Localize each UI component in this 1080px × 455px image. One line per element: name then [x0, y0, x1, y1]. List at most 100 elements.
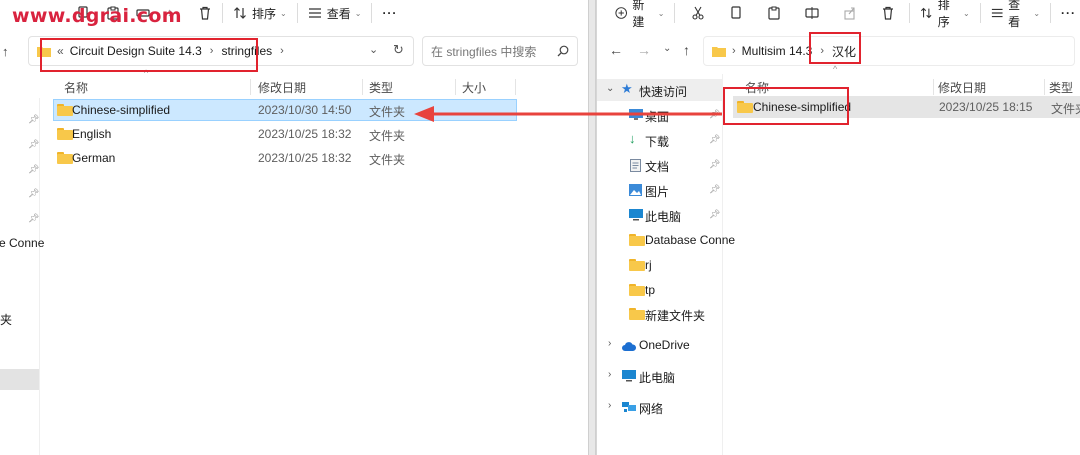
nav-item-fragment[interactable]: e Conne — [0, 236, 44, 250]
refresh-icon[interactable]: ↻ — [393, 42, 404, 58]
nav-onedrive[interactable]: › OneDrive — [597, 334, 722, 356]
chevron-down-icon[interactable]: ⌄ — [606, 83, 614, 94]
nav-item-pictures[interactable]: 图片 📌︎ — [597, 179, 722, 201]
file-name: Chinese-simplified — [72, 103, 171, 117]
breadcrumb-item[interactable]: stringfiles — [221, 44, 272, 58]
column-header-type[interactable]: 类型 — [369, 79, 393, 96]
file-date: 2023/10/25 18:32 — [258, 127, 352, 141]
chevron-right-icon[interactable]: › — [608, 400, 611, 411]
nav-item-selected[interactable] — [0, 369, 39, 390]
new-button[interactable]: 新建 ⌄ — [611, 0, 668, 29]
nav-quick-access[interactable]: ⌄ ★ 快速访问 — [597, 79, 722, 101]
nav-item-desktop[interactable]: 桌面 📌︎ — [597, 104, 722, 126]
chevron-right-icon: › — [209, 45, 214, 57]
view-icon — [991, 8, 1003, 18]
folder-icon — [712, 47, 726, 57]
nav-item-database-conne[interactable]: Database Conne — [597, 229, 735, 251]
trash-icon — [200, 6, 210, 20]
paste-button[interactable] — [763, 2, 785, 24]
nav-item-downloads[interactable]: ↓ 下载 📌︎ — [597, 129, 722, 151]
folder-icon — [629, 259, 645, 271]
chevron-right-icon[interactable]: › — [280, 45, 284, 57]
column-header-date[interactable]: 修改日期 — [258, 79, 306, 96]
breadcrumb-overflow[interactable]: « — [57, 44, 64, 58]
folder-icon — [57, 152, 73, 164]
monitor-icon — [629, 209, 643, 224]
sort-label: 排序 — [937, 0, 950, 29]
column-header-size[interactable]: 大小 — [462, 79, 486, 96]
column-header-name[interactable]: 名称 — [745, 79, 769, 96]
chevron-right-icon[interactable]: › — [608, 338, 611, 349]
share-button[interactable] — [839, 2, 861, 24]
more-options-button[interactable]: ··· — [1057, 2, 1080, 24]
pin-icon: 📌︎ — [709, 209, 721, 219]
rename-icon — [805, 7, 819, 19]
left-address-bar: « Circuit Design Suite 14.3 › stringfile… — [0, 36, 588, 68]
chevron-down-icon: ⌄ — [354, 8, 362, 18]
chevron-down-icon: ⌄ — [1033, 8, 1041, 18]
chevron-right-icon[interactable]: › — [608, 369, 611, 380]
file-name: German — [72, 151, 116, 165]
toolbar-separator — [296, 3, 298, 23]
address-input[interactable]: « Circuit Design Suite 14.3 › stringfile… — [28, 36, 414, 66]
delete-button[interactable] — [194, 2, 216, 24]
file-row[interactable]: Chinese-simplified 2023/10/30 14:50 文件夹 — [53, 99, 517, 121]
document-icon — [630, 159, 641, 175]
nav-item-new-folder[interactable]: 新建文件夹 — [597, 303, 722, 325]
pin-icon: 📌︎ — [28, 114, 40, 124]
nav-label: 图片 — [645, 185, 670, 199]
sort-caret-icon: ^ — [144, 68, 149, 78]
breadcrumb-item[interactable]: Circuit Design Suite 14.3 — [70, 44, 202, 58]
file-row[interactable]: Chinese-simplified 2023/10/25 18:15 文件夹 — [733, 96, 1080, 118]
file-row[interactable]: English 2023/10/25 18:32 文件夹 — [53, 123, 517, 145]
column-header-date[interactable]: 修改日期 — [938, 79, 986, 96]
star-icon: ★ — [621, 81, 633, 96]
nav-label: 桌面 — [645, 110, 670, 124]
column-header-name[interactable]: 名称 — [64, 79, 88, 96]
toolbar-separator — [979, 3, 981, 23]
nav-item-fragment[interactable]: 夹 — [0, 311, 12, 328]
address-input[interactable]: › Multisim 14.3 › 汉化 — [703, 36, 1075, 66]
folder-icon — [737, 101, 753, 113]
sort-icon — [234, 7, 246, 19]
nav-this-pc[interactable]: › 此电脑 — [597, 365, 722, 387]
column-header-type[interactable]: 类型 — [1049, 79, 1073, 96]
copy-button[interactable] — [725, 2, 747, 24]
view-button[interactable]: 查看 ⌄ — [987, 0, 1044, 29]
delete-button[interactable] — [877, 2, 899, 24]
nav-network[interactable]: › 网络 — [597, 396, 722, 418]
view-icon — [308, 8, 321, 18]
share-icon — [844, 7, 855, 20]
file-type: 文件夹 — [369, 129, 406, 143]
desktop-icon — [629, 109, 643, 124]
nav-item-documents[interactable]: 文档 📌︎ — [597, 154, 722, 176]
pin-icon: 📌︎ — [709, 184, 721, 194]
pin-icon: 📌︎ — [28, 213, 40, 223]
nav-item-rj[interactable]: rj — [597, 254, 722, 276]
breadcrumb-item[interactable]: 汉化 — [832, 43, 856, 60]
file-date: 2023/10/30 14:50 — [258, 103, 352, 117]
sort-button[interactable]: 排序 ⌄ — [229, 2, 291, 24]
chevron-down-icon: ⌄ — [280, 8, 287, 18]
nav-label: 文档 — [645, 160, 670, 174]
sort-button[interactable]: 排序 ⌄ — [916, 0, 973, 29]
folder-icon — [629, 234, 645, 246]
pin-icon: 📌︎ — [28, 188, 40, 198]
nav-item-tp[interactable]: tp — [597, 279, 722, 301]
chevron-down-icon[interactable]: ⌄ — [369, 43, 378, 56]
more-options-button[interactable]: ··· — [378, 2, 401, 24]
download-icon: ↓ — [629, 131, 636, 146]
file-type: 文件夹 — [1051, 102, 1080, 116]
more-icon: ··· — [1061, 6, 1076, 20]
rename-button[interactable] — [801, 2, 823, 24]
sort-label: 排序 — [252, 6, 277, 21]
breadcrumb-item[interactable]: Multisim 14.3 — [742, 44, 813, 58]
nav-label: 网络 — [639, 402, 664, 416]
view-button[interactable]: 查看 ⌄ — [304, 2, 366, 24]
pin-icon: 📌︎ — [709, 134, 721, 144]
cut-button[interactable] — [687, 2, 709, 24]
nav-item-this-pc-pinned[interactable]: 此电脑 📌︎ — [597, 204, 722, 226]
file-row[interactable]: German 2023/10/25 18:32 文件夹 — [53, 147, 517, 169]
watermark-text: www.dgrai.com — [12, 5, 182, 27]
search-input[interactable]: 在 stringfiles 中搜索 — [422, 36, 578, 66]
